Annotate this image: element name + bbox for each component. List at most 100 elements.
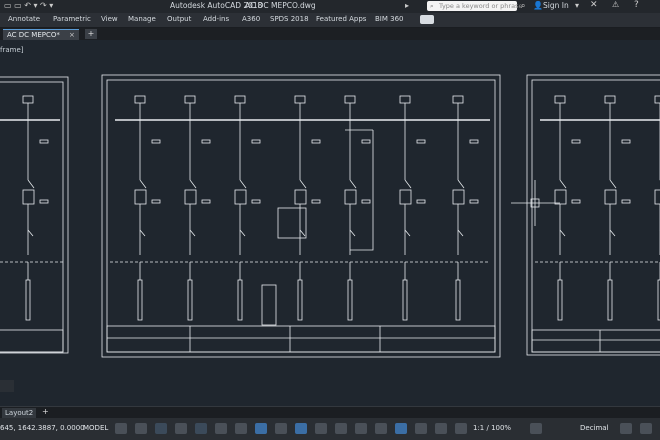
document-title: AC DC MEPCO.dwg <box>245 1 316 10</box>
tab-manage[interactable]: Manage <box>128 15 156 23</box>
fuse-contact <box>189 229 196 237</box>
connect-icon[interactable]: ⚠ <box>612 0 619 9</box>
annotation-visibility-icon[interactable] <box>395 423 407 434</box>
sign-in-chevron-icon[interactable]: ▾ <box>575 1 579 10</box>
tab-parametric[interactable]: Parametric <box>53 15 91 23</box>
tab-output[interactable]: Output <box>167 15 191 23</box>
fuse-contact <box>139 229 146 237</box>
feeder-label-mark <box>251 199 261 204</box>
ribbon-minimize-icon[interactable] <box>420 15 434 24</box>
customization-menu-icon[interactable] <box>640 423 652 434</box>
tab-spds-2018[interactable]: SPDS 2018 <box>270 15 309 23</box>
feeder-tag-box <box>344 95 356 104</box>
feeder-label-mark <box>416 199 426 204</box>
breaker-contact <box>189 179 197 189</box>
search-icon: ⌕ <box>430 2 434 10</box>
breaker-contact <box>349 179 357 189</box>
feeder-label-mark <box>621 139 631 144</box>
feeder-label-mark <box>361 139 371 144</box>
breaker-block <box>22 189 35 205</box>
cable-label-box <box>607 279 613 321</box>
tab-bim-360[interactable]: BIM 360 <box>375 15 404 23</box>
sign-in-button[interactable]: Sign In <box>543 1 569 10</box>
cable-label-box <box>347 279 353 321</box>
3d-osnap-icon[interactable] <box>315 423 327 434</box>
search-button-icon[interactable]: ⌕ <box>521 1 525 11</box>
quick-properties-icon[interactable] <box>620 423 632 434</box>
feeder-tag-box <box>654 95 660 104</box>
object-snap-tracking-icon[interactable] <box>215 423 227 434</box>
breaker-contact <box>299 179 307 189</box>
transparency-icon[interactable] <box>275 423 287 434</box>
auto-scale-icon[interactable] <box>415 423 427 434</box>
cable-label-box <box>187 279 193 321</box>
fuse-contact <box>457 229 464 237</box>
meter-block <box>261 284 277 326</box>
snap-icon[interactable] <box>135 423 147 434</box>
coordinate-readout[interactable]: 645, 1642.3887, 0.0000 <box>0 424 85 432</box>
sheet-left-inner <box>0 81 64 353</box>
gizmo-icon[interactable] <box>375 423 387 434</box>
dynamic-ucs-icon[interactable] <box>335 423 347 434</box>
feeder-label-mark <box>39 139 49 144</box>
search-input[interactable]: ⌕ Type a keyword or phrase <box>427 1 522 11</box>
feeder-tag-box <box>604 95 616 104</box>
breaker-block <box>399 189 412 205</box>
new-tab-button[interactable]: + <box>85 29 97 39</box>
lineweight-icon[interactable] <box>255 423 267 434</box>
sheet-right-border <box>526 74 660 356</box>
feeder-label-mark <box>251 139 261 144</box>
isodraft-icon[interactable] <box>195 423 207 434</box>
search-expand-icon[interactable]: ▸ <box>405 1 409 10</box>
grid-icon[interactable] <box>115 423 127 434</box>
title-block-left <box>0 329 64 353</box>
breaker-contact <box>559 179 567 189</box>
tab-annotate[interactable]: Annotate <box>8 15 40 23</box>
tab-layout2[interactable]: Layout2 <box>2 408 37 418</box>
feeder-label-mark <box>361 199 371 204</box>
help-icon[interactable]: ? <box>634 0 639 10</box>
workspace-gear-icon[interactable] <box>455 423 467 434</box>
fuse-contact <box>609 229 616 237</box>
tab-featured-apps[interactable]: Featured Apps <box>316 15 366 23</box>
annotation-monitor-icon[interactable] <box>530 423 542 434</box>
breaker-block <box>554 189 567 205</box>
contactor-block <box>277 207 307 239</box>
selection-filter-icon[interactable] <box>355 423 367 434</box>
tab-a360[interactable]: A360 <box>242 15 260 23</box>
model-space-button[interactable]: MODEL <box>83 424 108 432</box>
tab-view[interactable]: View <box>101 15 118 23</box>
annotation-scale-icon[interactable] <box>435 423 447 434</box>
cable-label-box <box>455 279 461 321</box>
breaker-block <box>344 189 357 205</box>
add-layout-button[interactable]: + <box>42 407 49 416</box>
feeder-label-mark <box>201 139 211 144</box>
scale-selector[interactable]: 1:1 / 100% <box>473 424 511 432</box>
fuse-contact <box>299 229 306 237</box>
feeder-tag-box <box>452 95 464 104</box>
drawing-canvas[interactable]: frame] <box>0 40 660 406</box>
document-tab-active[interactable]: AC DC MEPCO* × <box>3 29 79 40</box>
object-snap-icon[interactable] <box>235 423 247 434</box>
fuse-contact <box>349 229 356 237</box>
polar-icon[interactable] <box>175 423 187 434</box>
feeder-tag-box <box>134 95 146 104</box>
cable-label-box <box>402 279 408 321</box>
breaker-contact <box>239 179 247 189</box>
cable-label-box <box>297 279 303 321</box>
drawing-svg <box>0 74 660 358</box>
units-selector[interactable]: Decimal <box>580 424 609 432</box>
user-icon[interactable]: 👤 <box>533 1 543 10</box>
viewport-label[interactable]: frame] <box>0 46 24 54</box>
cable-label-box <box>557 279 563 321</box>
feeder-label-mark <box>311 199 321 204</box>
selection-cycling-icon[interactable] <box>295 423 307 434</box>
quick-access-icons[interactable]: ▭ ▭ ↶ ▾ ↷ ▾ <box>4 1 53 10</box>
ortho-icon[interactable] <box>155 423 167 434</box>
tab-add-ins[interactable]: Add-ins <box>203 15 229 23</box>
title-block-center <box>106 325 496 353</box>
breaker-contact <box>609 179 617 189</box>
feeder-label-mark <box>416 139 426 144</box>
exchange-icon[interactable]: ✕ <box>590 0 598 10</box>
feeder-tag-box <box>554 95 566 104</box>
